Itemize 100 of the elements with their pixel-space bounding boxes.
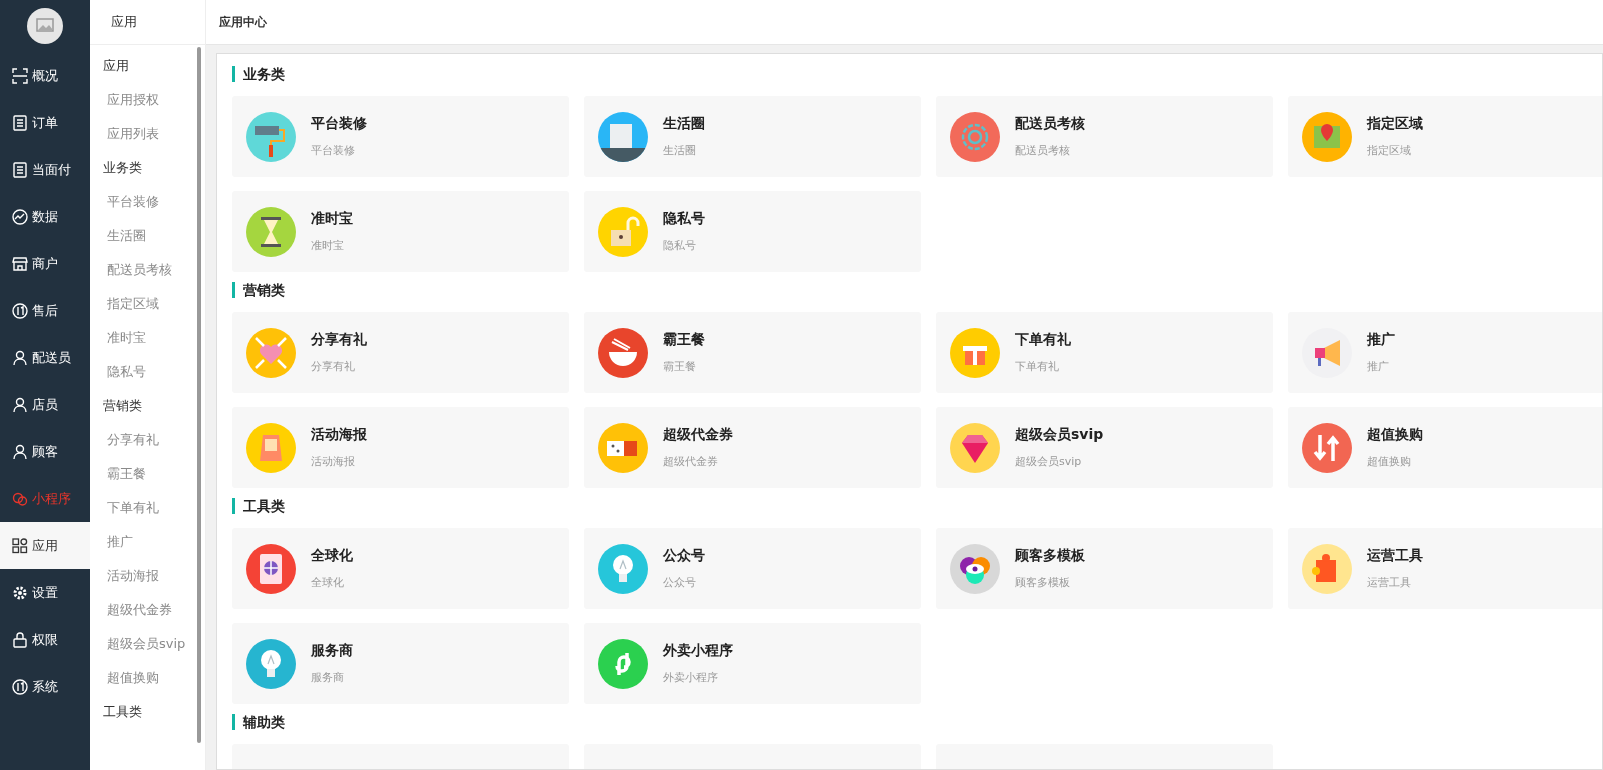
subnav-item[interactable]: 生活圈 [90,219,195,253]
app-description: 运营工具 [1367,575,1411,590]
subnav-heading: 应用 [102,57,130,75]
nav-item[interactable]: 数据 [0,193,90,240]
nav-item[interactable]: 店员 [0,381,90,428]
nav-item[interactable]: 售后 [0,287,90,334]
app-card[interactable]: 隐私号 隐私号 [584,191,921,272]
grid-icon [12,537,28,554]
app-name: 活动海报 [311,426,367,444]
subnav-heading: 营销类 [102,397,143,415]
subnav-item[interactable]: 应用授权 [90,83,195,117]
document-icon [12,114,28,131]
coupon-icon [598,422,648,473]
app-description: 公众号 [663,575,696,590]
app-name: 全球化 [311,547,353,565]
app-description: 外卖小程序 [663,670,718,685]
app-card[interactable]: 超级会员svip 超级会员svip [936,407,1273,488]
app-name: 顾客多模板 [1015,547,1085,565]
easel-icon [246,422,296,473]
nav-item[interactable]: 商户 [0,240,90,287]
building-icon [598,111,648,162]
subnav-item[interactable]: 活动海报 [90,559,195,593]
subnav-heading: 工具类 [102,703,143,721]
app-name: 指定区域 [1367,115,1423,133]
chat-icon [12,490,28,507]
app-name: 下单有礼 [1015,331,1071,349]
person-icon [12,396,28,413]
nav-item[interactable]: 当面付 [0,146,90,193]
app-name: 外卖小程序 [663,642,733,660]
store-icon [12,255,28,272]
section-title: 营销类 [232,282,285,298]
app-description: 生活圈 [663,143,696,158]
app-card[interactable]: 霸王餐 霸王餐 [584,312,921,393]
subnav-item[interactable]: 超级会员svip [90,627,195,661]
paint-roller-icon [246,111,296,162]
app-description: 分享有礼 [311,359,355,374]
nav-item[interactable]: 订单 [0,99,90,146]
app-card[interactable]: 全球化 全球化 [232,528,569,609]
app-card[interactable]: 配送员考核 配送员考核 [936,96,1273,177]
app-card[interactable]: 准时宝 准时宝 [232,191,569,272]
hourglass-icon [246,206,296,257]
globe-icon [246,543,296,594]
page-title: 应用中心 [219,13,267,31]
nav-item[interactable]: 权限 [0,616,90,663]
app-name: 公众号 [663,547,705,565]
app-card[interactable]: 推广 推广 [1288,312,1602,393]
link-icon [598,638,648,689]
app-description: 准时宝 [311,238,344,253]
gift-icon [950,327,1000,378]
nav-item[interactable]: 配送员 [0,334,90,381]
subnav-item[interactable]: 分享有礼 [90,423,195,457]
nav-item[interactable]: 概况 [0,52,90,99]
app-card[interactable]: 服务商 服务商 [232,623,569,704]
section-title: 业务类 [232,66,285,82]
subnav-heading: 业务类 [102,159,143,177]
padlock-icon [598,206,648,257]
app-description: 指定区域 [1367,143,1411,158]
app-card[interactable]: 生活圈 生活圈 [584,96,921,177]
app-card[interactable]: 活动海报 活动海报 [232,407,569,488]
subnav-item[interactable]: 推广 [90,525,195,559]
app-description: 超级代金券 [663,454,718,469]
app-name: 隐私号 [663,210,705,228]
app-card[interactable]: 超级代金券 超级代金券 [584,407,921,488]
app-description: 隐私号 [663,238,696,253]
subnav-item[interactable]: 应用列表 [90,117,195,151]
app-card[interactable]: 外卖小程序 外卖小程序 [584,623,921,704]
subnav-item[interactable]: 霸王餐 [90,457,195,491]
app-name: 准时宝 [311,210,353,228]
app-card[interactable]: 顾客多模板 顾客多模板 [936,528,1273,609]
scan-frame-icon [12,67,28,84]
subnav-item[interactable]: 配送员考核 [90,253,195,287]
subnav-item[interactable]: 超级代金券 [90,593,195,627]
app-name: 超级会员svip [1015,426,1104,444]
megaphone-icon [1302,327,1352,378]
eye-icon [950,543,1000,594]
subnav-item[interactable]: 平台装修 [90,185,195,219]
subnav-item[interactable]: 指定区域 [90,287,195,321]
subnav-item[interactable]: 下单有礼 [90,491,195,525]
scrollbar-thumb[interactable] [197,47,201,743]
subnav-item[interactable]: 超值换购 [90,661,195,695]
nav-item[interactable]: 顾客 [0,428,90,475]
app-card[interactable]: 分享有礼 分享有礼 [232,312,569,393]
app-card[interactable]: 下单有礼 下单有礼 [936,312,1273,393]
nav-item[interactable]: 应用 [0,522,90,569]
chart-icon [12,208,28,225]
app-name: 生活圈 [663,115,705,133]
app-card[interactable]: 超值换购 超值换购 [1288,407,1602,488]
app-card[interactable]: 指定区域 指定区域 [1288,96,1602,177]
section-title: 辅助类 [232,714,285,730]
nav-item[interactable]: 系统 [0,663,90,710]
app-card[interactable]: 运营工具 运营工具 [1288,528,1602,609]
subnav-item[interactable]: 准时宝 [90,321,195,355]
app-card[interactable]: 公众号 公众号 [584,528,921,609]
padlock-icon [12,631,28,648]
app-description: 平台装修 [311,143,355,158]
app-description: 活动海报 [311,454,355,469]
nav-item[interactable]: 设置 [0,569,90,616]
subnav-item[interactable]: 隐私号 [90,355,195,389]
app-card[interactable]: 平台装修 平台装修 [232,96,569,177]
app-name: 配送员考核 [1015,115,1085,133]
